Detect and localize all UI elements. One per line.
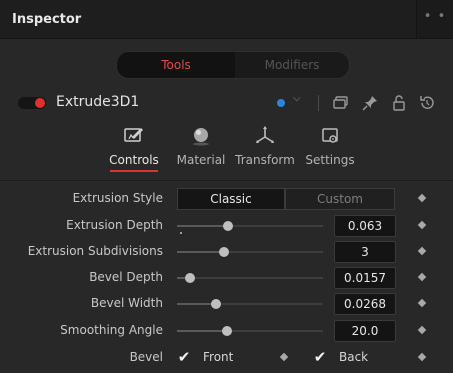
keyframe-button[interactable] <box>417 325 427 335</box>
keyframe-button[interactable] <box>417 220 427 230</box>
bevel-width-input[interactable]: 0.0268 <box>334 293 396 315</box>
slider-handle[interactable] <box>221 326 232 336</box>
windows-icon[interactable] <box>331 93 351 113</box>
keyframe-button[interactable] <box>417 246 427 256</box>
extrusion-subdivisions-row: Extrusion Subdivisions 3 <box>0 239 453 265</box>
bevel-depth-input[interactable]: 0.0157 <box>334 267 396 289</box>
slider-handle[interactable] <box>223 221 234 231</box>
tab-material[interactable]: Material <box>172 125 230 173</box>
keyframe-button[interactable] <box>417 298 427 308</box>
slider-handle[interactable] <box>185 273 196 283</box>
tab-settings[interactable]: Settings <box>301 125 359 173</box>
front-checkbox[interactable]: ✔ <box>176 349 192 365</box>
bevel-depth-slider[interactable] <box>177 273 323 283</box>
section-divider <box>0 180 453 181</box>
tab-controls[interactable]: Controls <box>104 125 164 173</box>
extrusion-depth-input[interactable]: 0.063 <box>334 215 396 237</box>
custom-button[interactable]: Custom <box>285 188 395 210</box>
extrusion-style-row: Extrusion Style Classic Custom <box>0 186 453 212</box>
toolbar-separator <box>318 95 319 111</box>
slider-default-tick <box>180 232 182 234</box>
extrusion-depth-label: Extrusion Depth <box>66 218 163 232</box>
bevel-width-row: Bevel Width 0.0268 <box>0 291 453 317</box>
back-checkbox[interactable]: ✔ <box>312 349 328 365</box>
extrusion-subdivisions-slider[interactable] <box>177 247 323 257</box>
bevel-depth-label: Bevel Depth <box>89 270 163 284</box>
tab-transform[interactable]: Transform <box>232 125 298 173</box>
node-color-dot[interactable] <box>277 99 285 107</box>
extrusion-subdivisions-label: Extrusion Subdivisions <box>27 244 163 258</box>
active-tab-indicator <box>110 170 158 172</box>
tab-transform-label: Transform <box>235 153 295 167</box>
inspector-panel: Tools Modifiers Extrude3D1 ⌵ Controls Ma… <box>0 39 453 373</box>
keyframe-button[interactable] <box>417 352 427 362</box>
chevron-down-icon[interactable]: ⌵ <box>293 93 301 104</box>
slider-fill <box>177 251 224 253</box>
bevel-label: Bevel <box>129 350 163 364</box>
tab-controls-label: Controls <box>109 153 159 167</box>
slider-fill <box>177 330 227 332</box>
smoothing-angle-input[interactable]: 20.0 <box>334 320 396 342</box>
tools-tab[interactable]: Tools <box>117 52 235 78</box>
smoothing-angle-row: Smoothing Angle 20.0 <box>0 318 453 344</box>
smoothing-angle-label: Smoothing Angle <box>60 323 163 337</box>
tab-settings-label: Settings <box>305 153 355 167</box>
modifiers-tab[interactable]: Modifiers <box>235 52 349 78</box>
extrusion-style-label: Extrusion Style <box>72 191 163 205</box>
lock-icon[interactable] <box>389 93 409 113</box>
bevel-width-label: Bevel Width <box>90 296 163 310</box>
inspector-titlebar: Inspector • • • <box>0 0 453 58</box>
node-enable-toggle[interactable] <box>18 97 46 109</box>
slider-fill <box>177 225 229 227</box>
back-label: Back <box>339 350 369 364</box>
settings-icon <box>322 128 338 143</box>
bevel-width-slider[interactable] <box>177 299 323 309</box>
extrusion-subdivisions-input[interactable]: 3 <box>334 241 396 263</box>
front-label: Front <box>203 350 234 364</box>
material-icon <box>193 128 209 146</box>
keyframe-button[interactable] <box>279 352 289 362</box>
pin-icon[interactable] <box>360 93 380 113</box>
bevel-row: Bevel ✔ Front ✔ Back <box>0 345 453 371</box>
bevel-depth-row: Bevel Depth 0.0157 <box>0 265 453 291</box>
keyframe-button[interactable] <box>417 193 427 203</box>
window-title: Inspector <box>12 12 82 27</box>
inspector-tabs: Controls Material Transform Settings <box>0 125 453 173</box>
classic-button[interactable]: Classic <box>177 188 285 210</box>
toggle-knob <box>35 98 45 108</box>
tab-material-label: Material <box>176 153 226 167</box>
keyframe-button[interactable] <box>417 272 427 282</box>
reset-icon[interactable] <box>417 93 437 113</box>
node-header: Extrude3D1 ⌵ <box>0 87 453 119</box>
controls-icon <box>124 128 143 142</box>
mode-switch: Tools Modifiers <box>116 51 350 79</box>
slider-handle[interactable] <box>211 299 222 309</box>
smoothing-angle-slider[interactable] <box>177 326 323 336</box>
node-name: Extrude3D1 <box>56 94 140 110</box>
more-options-button[interactable]: • • • <box>416 0 453 58</box>
transform-icon <box>256 126 274 143</box>
slider-handle[interactable] <box>218 247 229 257</box>
extrusion-depth-row: Extrusion Depth 0.063 <box>0 213 453 239</box>
extrusion-depth-slider[interactable] <box>177 221 323 234</box>
